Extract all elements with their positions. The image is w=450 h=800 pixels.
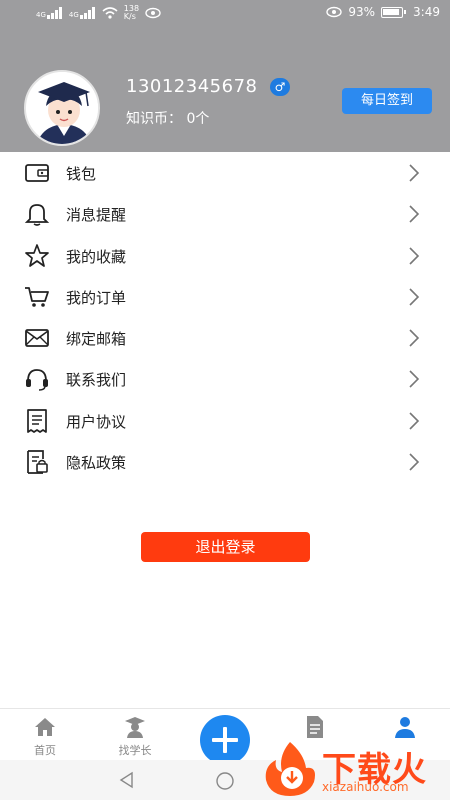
chevron-right-icon [409, 370, 420, 389]
menu-item-favorites[interactable]: 我的收藏 [0, 235, 450, 276]
menu-item-label: 绑定邮箱 [66, 330, 127, 349]
coin-balance: 知识币： 0个 [126, 108, 209, 128]
star-icon [25, 243, 49, 267]
graduate-avatar-icon [26, 72, 98, 144]
male-icon: ♂ [270, 78, 290, 96]
watermark: 下载火 xiazaihuo.com [262, 740, 450, 800]
chevron-right-icon [409, 329, 420, 347]
clock: 3:49 [413, 5, 440, 19]
menu-item-orders[interactable]: 我的订单 [0, 276, 450, 317]
menu-item-bind-email[interactable]: 绑定邮箱 [0, 317, 450, 358]
coins-label: 知识币： [126, 111, 182, 127]
menu-item-user-agreement[interactable]: 用户协议 [0, 400, 450, 441]
coins-value: 0个 [186, 111, 210, 127]
menu-item-label: 我的订单 [66, 288, 127, 307]
menu-item-label: 我的收藏 [66, 247, 127, 266]
battery-percent: 93% [348, 5, 376, 19]
wifi-icon [102, 7, 118, 19]
wallet-icon [25, 164, 49, 182]
menu-item-wallet[interactable]: 钱包 [0, 152, 450, 193]
graduate-icon [125, 717, 145, 738]
menu-item-contact-us[interactable]: 联系我们 [0, 358, 450, 399]
nav-home-label: 首页 [34, 744, 56, 757]
chevron-right-icon [409, 247, 420, 265]
signal-1-icon: 4G [36, 7, 63, 19]
chevron-right-icon [409, 164, 420, 182]
cart-icon [25, 286, 49, 307]
nav-profile[interactable] [375, 715, 435, 742]
chevron-right-icon [409, 412, 420, 430]
plus-icon [212, 727, 238, 753]
net-speed: 138 K/s [123, 4, 140, 21]
menu-item-label: 钱包 [66, 165, 97, 183]
eye-icon [145, 7, 161, 19]
headset-icon [26, 369, 48, 392]
daily-checkin-button[interactable]: 每日签到 [342, 88, 432, 114]
logout-button[interactable]: 退出登录 [141, 532, 310, 562]
avatar[interactable] [24, 70, 100, 146]
user-phone: 13012345678 [126, 76, 258, 97]
home-icon [35, 718, 55, 736]
menu-item-label: 消息提醒 [66, 206, 127, 225]
chevron-right-icon [409, 288, 420, 306]
watermark-url: xiazaihuo.com [322, 780, 409, 794]
settings-menu: 钱包 消息提醒 我的收藏 我的订单 绑定邮箱 联系我们 用户协议 隐私政策 [0, 152, 450, 482]
eye-comfort-icon [326, 6, 343, 18]
envelope-icon [25, 329, 49, 348]
menu-item-notifications[interactable]: 消息提醒 [0, 193, 450, 234]
back-icon[interactable] [118, 771, 136, 789]
profile-header: 13012345678 ♂ 知识币： 0个 每日签到 [0, 28, 450, 152]
menu-item-label: 隐私政策 [66, 454, 127, 473]
nav-documents[interactable] [285, 715, 345, 742]
nav-find-senior[interactable]: 找学长 [105, 715, 165, 758]
add-button[interactable] [200, 715, 250, 765]
signal-2-icon: 4G [69, 7, 96, 19]
flame-logo-icon [265, 742, 315, 796]
nav-senior-label: 找学长 [118, 744, 152, 757]
policy-icon [27, 450, 48, 474]
status-bar: 4G 4G 138 K/s 93% 3:49 [0, 0, 450, 28]
menu-item-privacy-policy[interactable]: 隐私政策 [0, 441, 450, 482]
document-icon [27, 408, 47, 433]
menu-item-label: 用户协议 [66, 412, 127, 431]
menu-item-label: 联系我们 [66, 371, 127, 390]
user-icon [395, 717, 415, 738]
nav-home[interactable]: 首页 [15, 715, 75, 758]
document-list-icon [307, 716, 323, 738]
bell-icon [24, 204, 50, 227]
battery-icon [381, 6, 407, 18]
chevron-right-icon [409, 453, 420, 471]
home-circle-icon[interactable] [215, 771, 235, 791]
chevron-right-icon [409, 205, 420, 223]
